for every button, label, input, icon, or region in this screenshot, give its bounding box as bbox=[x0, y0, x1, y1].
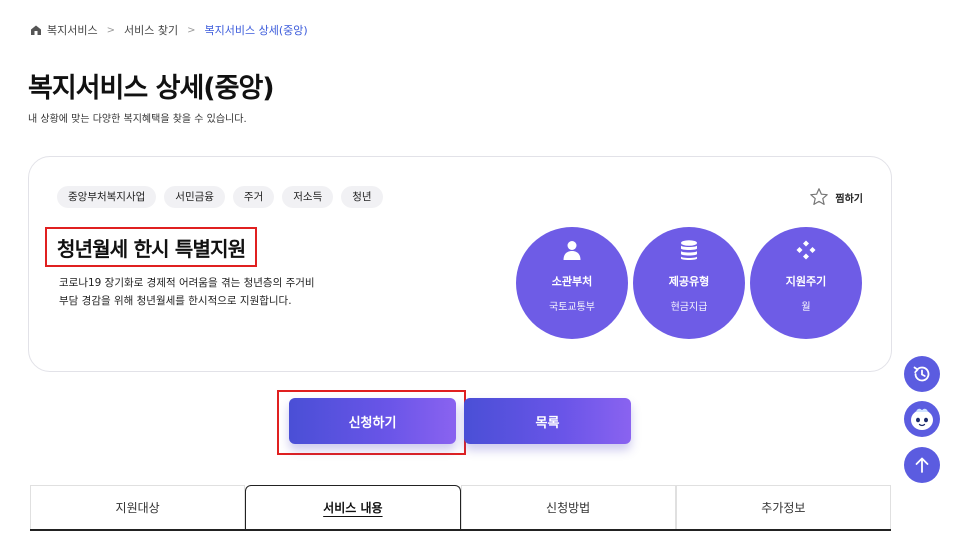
recent-history-button[interactable] bbox=[904, 356, 940, 392]
info-circle-provision-type: 제공유형 현금지급 bbox=[633, 227, 745, 339]
tag: 주거 bbox=[232, 186, 275, 208]
info-label: 지원주기 bbox=[785, 275, 827, 288]
apply-button[interactable]: 신청하기 bbox=[289, 398, 456, 444]
arrow-up-icon bbox=[915, 457, 929, 473]
breadcrumb-separator: > bbox=[187, 24, 196, 36]
breadcrumb-service-search[interactable]: 서비스 찾기 bbox=[124, 22, 178, 38]
page-title: 복지서비스 상세(중앙) bbox=[28, 73, 275, 104]
service-description-line: 부담 경감을 위해 청년월세를 한시적으로 지원합니다. bbox=[59, 295, 292, 307]
star-icon bbox=[810, 188, 829, 205]
chatbot-icon bbox=[911, 408, 933, 430]
tag-list: 중앙부처복지사업 서민금융 주거 저소득 청년 bbox=[57, 186, 391, 208]
page-subtitle: 내 상황에 맞는 다양한 복지혜택을 찾을 수 있습니다. bbox=[28, 114, 247, 125]
info-value: 월 bbox=[801, 302, 811, 313]
favorite-button[interactable]: 찜하기 bbox=[809, 187, 863, 207]
service-info-list: 소관부처 국토교통부 제공유형 현금지급 지원주기 월 bbox=[516, 227, 867, 339]
tag: 서민금융 bbox=[164, 186, 225, 208]
tab-application-method[interactable]: 신청방법 bbox=[460, 485, 676, 529]
chatbot-button[interactable] bbox=[904, 401, 940, 437]
scroll-top-button[interactable] bbox=[904, 447, 940, 483]
tab-target[interactable]: 지원대상 bbox=[30, 485, 246, 529]
info-label: 소관부처 bbox=[551, 275, 593, 288]
info-circle-department: 소관부처 국토교통부 bbox=[516, 227, 628, 339]
list-button[interactable]: 목록 bbox=[464, 398, 631, 444]
tab-additional-info[interactable]: 추가정보 bbox=[675, 485, 891, 529]
service-title-highlight: 청년월세 한시 특별지원 bbox=[45, 227, 258, 267]
person-icon bbox=[563, 241, 581, 260]
detail-tabs: 지원대상 서비스 내용 신청방법 추가정보 bbox=[30, 485, 891, 531]
info-value: 현금지급 bbox=[670, 302, 708, 313]
service-card: 중앙부처복지사업 서민금융 주거 저소득 청년 찜하기 청년월세 한시 특별지원… bbox=[28, 156, 892, 372]
breadcrumb-home[interactable]: 복지서비스 bbox=[47, 22, 98, 38]
tab-service-content[interactable]: 서비스 내용 bbox=[245, 485, 461, 529]
info-value: 국토교통부 bbox=[549, 302, 595, 313]
breadcrumb-separator: > bbox=[106, 24, 115, 36]
info-circle-support-cycle: 지원주기 월 bbox=[750, 227, 862, 339]
favorite-label: 찜하기 bbox=[835, 193, 863, 205]
info-label: 제공유형 bbox=[668, 275, 710, 288]
service-description: 코로나19 장기화로 경제적 어려움을 겪는 청년층의 주거비 부담 경감을 위… bbox=[59, 274, 359, 310]
tag: 중앙부처복지사업 bbox=[57, 186, 157, 208]
breadcrumb: 복지서비스 > 서비스 찾기 > 복지서비스 상세(중앙) bbox=[30, 22, 308, 38]
service-description-line: 코로나19 장기화로 경제적 어려움을 겪는 청년층의 주거비 bbox=[59, 277, 315, 289]
diamond-dots-icon bbox=[796, 240, 816, 260]
home-icon[interactable] bbox=[30, 24, 42, 36]
tag: 저소득 bbox=[282, 186, 334, 208]
breadcrumb-current: 복지서비스 상세(중앙) bbox=[204, 24, 308, 37]
coins-icon bbox=[681, 240, 697, 260]
tag: 청년 bbox=[341, 186, 383, 208]
service-title: 청년월세 한시 특별지원 bbox=[57, 236, 246, 261]
history-icon bbox=[913, 366, 930, 382]
